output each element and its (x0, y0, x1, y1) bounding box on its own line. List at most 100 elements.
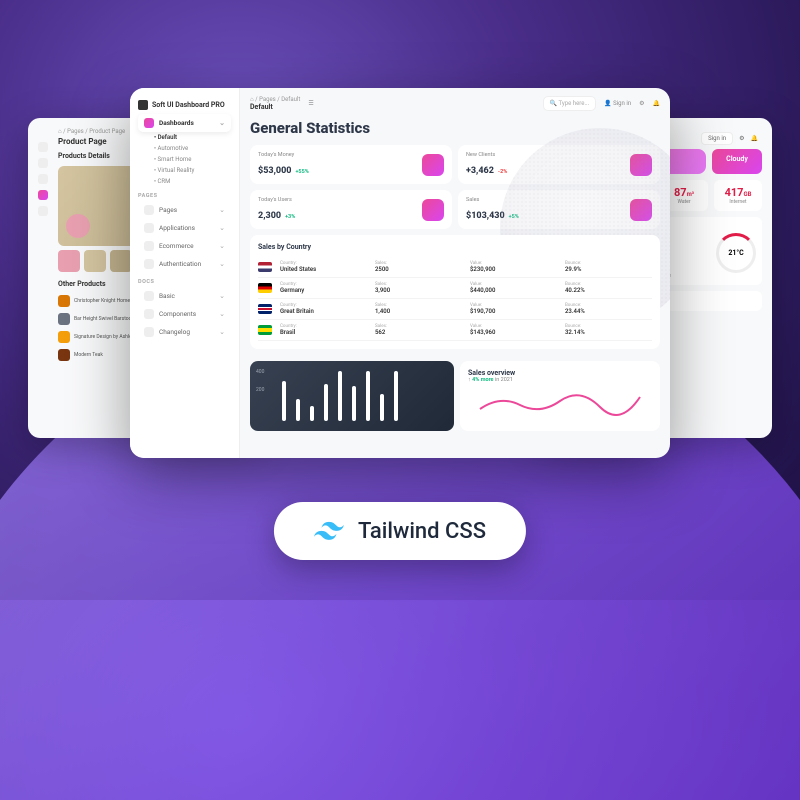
thumbnail[interactable] (58, 250, 80, 272)
chevron-down-icon: ⌄ (219, 292, 225, 300)
temp-gauge: 21°C (716, 233, 756, 273)
tailwind-badge: Tailwind CSS (274, 502, 526, 560)
chevron-down-icon: ⌄ (219, 119, 225, 127)
metric-label: Internet (720, 199, 756, 205)
nav-sub-item[interactable]: • CRM (138, 176, 231, 187)
signin-button[interactable]: Sign in (701, 132, 733, 145)
weather-condition: Cloudy (718, 155, 756, 163)
nav-icon[interactable] (38, 206, 48, 216)
stat-card: Today's Users2,300 +3% (250, 190, 452, 229)
chevron-down-icon: ⌄ (219, 224, 225, 232)
thumbnail[interactable] (110, 250, 132, 272)
stat-value: 2,300 (258, 211, 281, 221)
chevron-down-icon: ⌄ (219, 206, 225, 214)
table-row[interactable]: Country:GermanySales:3,900Value:$440,000… (258, 278, 652, 299)
nav-item[interactable]: Authentication⌄ (138, 255, 231, 273)
nav-icon (144, 241, 154, 251)
stat-value: $53,000 (258, 166, 291, 176)
menu-icon[interactable]: ☰ (308, 100, 313, 107)
chart-bar (324, 384, 328, 422)
gear-icon[interactable]: ⚙ (639, 100, 644, 107)
search-input[interactable]: 🔍 Type here... (543, 96, 596, 111)
flag-icon (258, 304, 272, 314)
thumbnail[interactable] (84, 250, 106, 272)
nav-sub-item[interactable]: • Smart Home (138, 154, 231, 165)
product-swatch (58, 331, 70, 343)
chart-bar (338, 371, 342, 421)
nav-section-docs: DOCS (138, 273, 231, 287)
nav-sub-item[interactable]: • Virtual Reality (138, 165, 231, 176)
flag-icon (258, 283, 272, 293)
overview-subtitle: ↑ 4% more in 2021 (468, 377, 652, 383)
table-row[interactable]: Country:United StatesSales:2500Value:$23… (258, 257, 652, 278)
nav-sub-item[interactable]: • Default (138, 132, 231, 143)
badge-label: Tailwind CSS (358, 519, 486, 544)
product-swatch (58, 349, 70, 361)
nav-item[interactable]: Basic⌄ (138, 287, 231, 305)
product-name: Christopher Knight Home (74, 298, 130, 304)
nav-icon[interactable] (38, 174, 48, 184)
stat-delta: +3% (285, 214, 295, 220)
stat-icon (422, 154, 444, 176)
stat-delta: +55% (295, 169, 308, 175)
dashboard-icon (144, 118, 154, 128)
bell-icon[interactable]: 🔔 (751, 135, 758, 142)
sales-by-country-table: Sales by Country Country:United StatesSa… (250, 235, 660, 349)
table-row[interactable]: Country:BrasilSales:562Value:$143,960Bou… (258, 320, 652, 341)
nav-item[interactable]: Ecommerce⌄ (138, 237, 231, 255)
nav-icon[interactable] (38, 158, 48, 168)
dashboard-main-card: Soft UI Dashboard PRO Dashboards ⌄ • Def… (130, 88, 670, 458)
nav-icon (144, 309, 154, 319)
stat-value: +3,462 (466, 166, 494, 176)
nav-item[interactable]: Pages⌄ (138, 201, 231, 219)
nav-icon (144, 223, 154, 233)
flag-icon (258, 262, 272, 272)
nav-section-pages: PAGES (138, 187, 231, 201)
main-content: ⌂ / Pages / Default Default ☰ 🔍 Type her… (240, 88, 670, 458)
stat-value: $103,430 (466, 211, 505, 221)
chevron-down-icon: ⌄ (219, 328, 225, 336)
chart-bar (282, 381, 286, 421)
product-name: Signature Design by Ashley (74, 334, 134, 340)
chart-bar (380, 394, 384, 422)
nav-icon-active[interactable] (38, 190, 48, 200)
bell-icon[interactable]: 🔔 (653, 100, 660, 107)
stat-delta: -2% (498, 169, 507, 175)
line-chart (468, 387, 652, 417)
sidebar: Soft UI Dashboard PRO Dashboards ⌄ • Def… (130, 88, 240, 458)
bar-chart: 400 200 (250, 361, 454, 431)
nav-icon (144, 205, 154, 215)
tailwind-icon (314, 516, 344, 546)
chart-bar (310, 406, 314, 421)
overview-title: Sales overview (468, 369, 652, 377)
app-logo[interactable]: Soft UI Dashboard PRO (138, 96, 231, 114)
table-row[interactable]: Country:Great BritainSales:1,400Value:$1… (258, 299, 652, 320)
chevron-down-icon: ⌄ (219, 242, 225, 250)
chart-bar (366, 371, 370, 421)
nav-icon (144, 259, 154, 269)
chart-bar (296, 399, 300, 422)
nav-sub-item[interactable]: • Automotive (138, 143, 231, 154)
signin-link[interactable]: 👤 Sign in (604, 100, 631, 107)
nav-dashboards[interactable]: Dashboards ⌄ (138, 114, 231, 132)
chevron-down-icon: ⌄ (219, 310, 225, 318)
product-swatch (58, 295, 70, 307)
metric-card: 417GBInternet (714, 180, 762, 211)
logo-icon (138, 100, 148, 110)
nav-item[interactable]: Components⌄ (138, 305, 231, 323)
stat-card: Today's Money$53,000 +55% (250, 145, 452, 184)
table-title: Sales by Country (258, 243, 652, 251)
flag-icon (258, 325, 272, 335)
nav-item[interactable]: Changelog⌄ (138, 323, 231, 341)
nav-item[interactable]: Applications⌄ (138, 219, 231, 237)
gear-icon[interactable]: ⚙ (739, 135, 744, 142)
nav-icon[interactable] (38, 142, 48, 152)
chart-bar (352, 386, 356, 421)
nav-icon (144, 291, 154, 301)
chevron-down-icon: ⌄ (219, 260, 225, 268)
product-swatch (58, 313, 70, 325)
breadcrumb[interactable]: ⌂ / Pages / Default (250, 96, 300, 103)
metric-value: 417GB (720, 186, 756, 199)
stat-icon (422, 199, 444, 221)
product-name: Bar Height Swivel Barstool (74, 316, 133, 322)
